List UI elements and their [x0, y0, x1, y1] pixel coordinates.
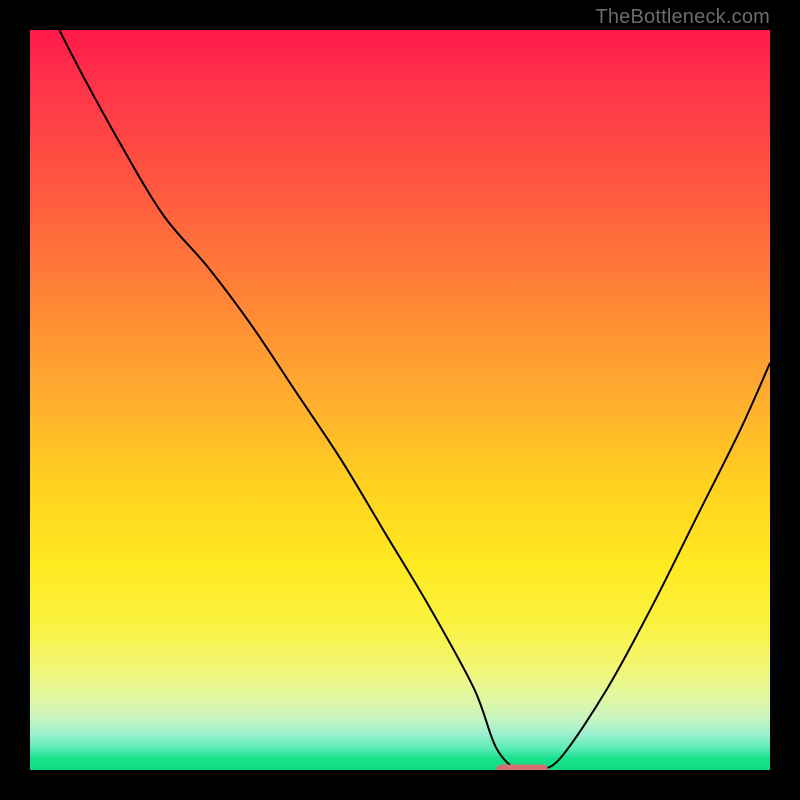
chart-frame: TheBottleneck.com — [0, 0, 800, 800]
bottleneck-curve — [30, 30, 770, 770]
optimal-marker — [496, 765, 548, 771]
watermark-text: TheBottleneck.com — [595, 6, 770, 29]
chart-overlay — [30, 30, 770, 770]
